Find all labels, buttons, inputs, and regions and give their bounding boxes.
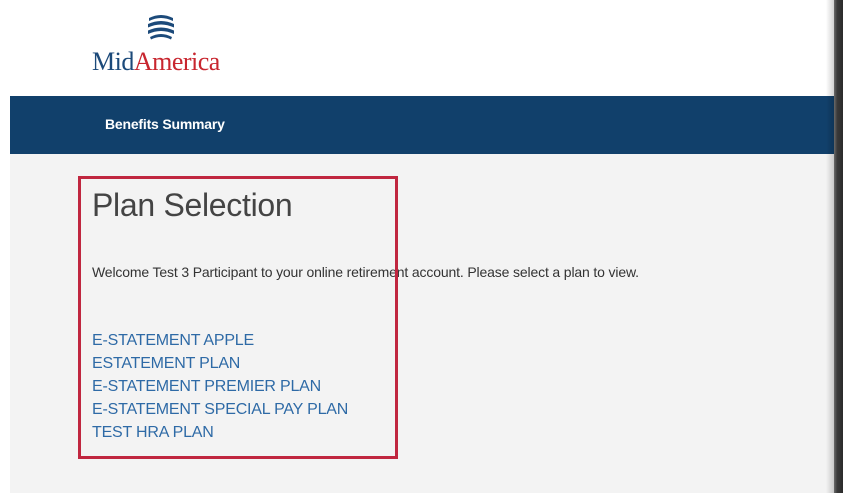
nav-item-benefits-summary[interactable]: Benefits Summary (105, 116, 225, 132)
main-navbar: Benefits Summary (10, 96, 834, 154)
edge-fade (826, 0, 834, 493)
list-item: E-STATEMENT APPLE (92, 329, 348, 352)
page: MidAmerica Benefits Summary Plan Selecti… (0, 0, 843, 493)
list-item: E-STATEMENT SPECIAL PAY PLAN (92, 398, 348, 421)
site-header: MidAmerica (0, 0, 834, 96)
plan-list: E-STATEMENT APPLE ESTATEMENT PLAN E-STAT… (92, 329, 348, 444)
midamerica-logo[interactable]: MidAmerica (92, 10, 252, 80)
list-item: ESTATEMENT PLAN (92, 352, 348, 375)
plan-link-test-hra-plan[interactable]: TEST HRA PLAN (92, 424, 214, 441)
logo-text-mid: Mid (92, 47, 134, 76)
welcome-message: Welcome Test 3 Participant to your onlin… (92, 264, 639, 280)
edge-shadow (834, 0, 843, 493)
list-item: E-STATEMENT PREMIER PLAN (92, 375, 348, 398)
page-title: Plan Selection (92, 187, 293, 223)
plan-link-e-statement-apple[interactable]: E-STATEMENT APPLE (92, 332, 254, 349)
content-area: Plan Selection Welcome Test 3 Participan… (10, 154, 834, 493)
logo-wordmark: MidAmerica (92, 48, 220, 76)
wave-stripes-logo-icon (147, 13, 175, 41)
list-item: TEST HRA PLAN (92, 421, 348, 444)
plan-link-e-statement-special-pay-plan[interactable]: E-STATEMENT SPECIAL PAY PLAN (92, 401, 348, 418)
logo-text-america: America (133, 47, 221, 76)
plan-link-estatement-plan[interactable]: ESTATEMENT PLAN (92, 355, 240, 372)
plan-link-e-statement-premier-plan[interactable]: E-STATEMENT PREMIER PLAN (92, 378, 321, 395)
